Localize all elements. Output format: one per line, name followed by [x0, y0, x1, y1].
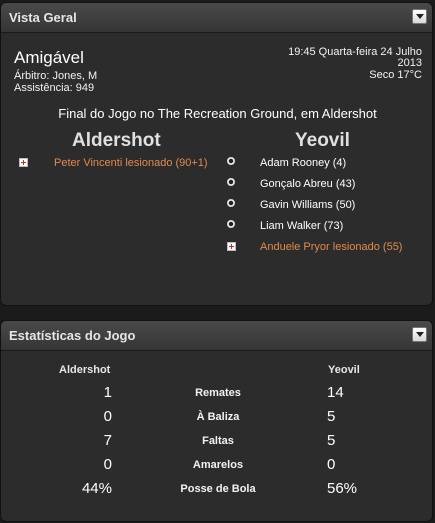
stats-away-team: Yeovil: [328, 364, 360, 376]
match-year: 2013: [397, 57, 422, 69]
weather: Seco 17°C: [369, 69, 422, 81]
ball-icon: [227, 157, 235, 165]
referee: Árbitro: Jones, M: [14, 70, 98, 82]
away-event-injury: Anduele Pryor lesionado (55): [260, 241, 403, 253]
away-event-goal: Adam Rooney (4): [260, 157, 347, 169]
stat-away-value: 56%: [327, 480, 358, 497]
stat-label: Posse de Bola: [180, 483, 256, 495]
stat-home-value: 0: [103, 408, 112, 425]
away-event-goal: Liam Walker (73): [260, 220, 344, 232]
overview-header: Vista Geral: [1, 3, 432, 33]
ball-icon: [227, 178, 235, 186]
stat-home-value: 44%: [81, 480, 112, 497]
stat-label: Faltas: [202, 435, 234, 447]
home-team-name: Aldershot: [72, 130, 161, 151]
stat-away-value: 0: [327, 456, 336, 473]
away-event-goal: Gonçalo Abreu (43): [260, 178, 356, 190]
match-type: Amigável: [14, 48, 84, 67]
stat-home-value: 1: [103, 384, 112, 401]
home-event-injury: Peter Vincenti lesionado (90+1): [54, 157, 208, 169]
stats-header: Estatísticas do Jogo: [1, 321, 432, 351]
stats-home-team: Aldershot: [59, 364, 111, 376]
injury-icon: [19, 158, 28, 167]
stat-home-value: 7: [103, 432, 112, 449]
stat-home-value: 0: [103, 456, 112, 473]
stats-title: Estatísticas do Jogo: [9, 328, 136, 343]
overview-collapse-button[interactable]: [412, 9, 427, 24]
overview-title: Vista Geral: [9, 10, 77, 25]
stat-away-value: 14: [327, 384, 344, 401]
stat-label: Remates: [195, 387, 241, 399]
stat-away-value: 5: [327, 408, 336, 425]
away-team-name: Yeovil: [295, 130, 350, 151]
result-line: Final do Jogo no The Recreation Ground, …: [58, 106, 377, 121]
stat-away-value: 5: [327, 432, 336, 449]
ball-icon: [227, 199, 235, 207]
attendance: Assistência: 949: [14, 82, 95, 94]
stat-label: Amarelos: [192, 459, 244, 471]
injury-icon: [227, 242, 236, 251]
stats-panel: Estatísticas do Jogo Aldershot Yeovil 1 …: [0, 320, 433, 522]
overview-panel: Vista Geral Amigável Árbitro: Jones, M A…: [0, 2, 433, 306]
stat-label: À Baliza: [196, 411, 240, 423]
ball-icon: [227, 220, 235, 228]
stats-collapse-button[interactable]: [412, 327, 427, 342]
away-event-goal: Gavin Williams (50): [260, 199, 356, 211]
